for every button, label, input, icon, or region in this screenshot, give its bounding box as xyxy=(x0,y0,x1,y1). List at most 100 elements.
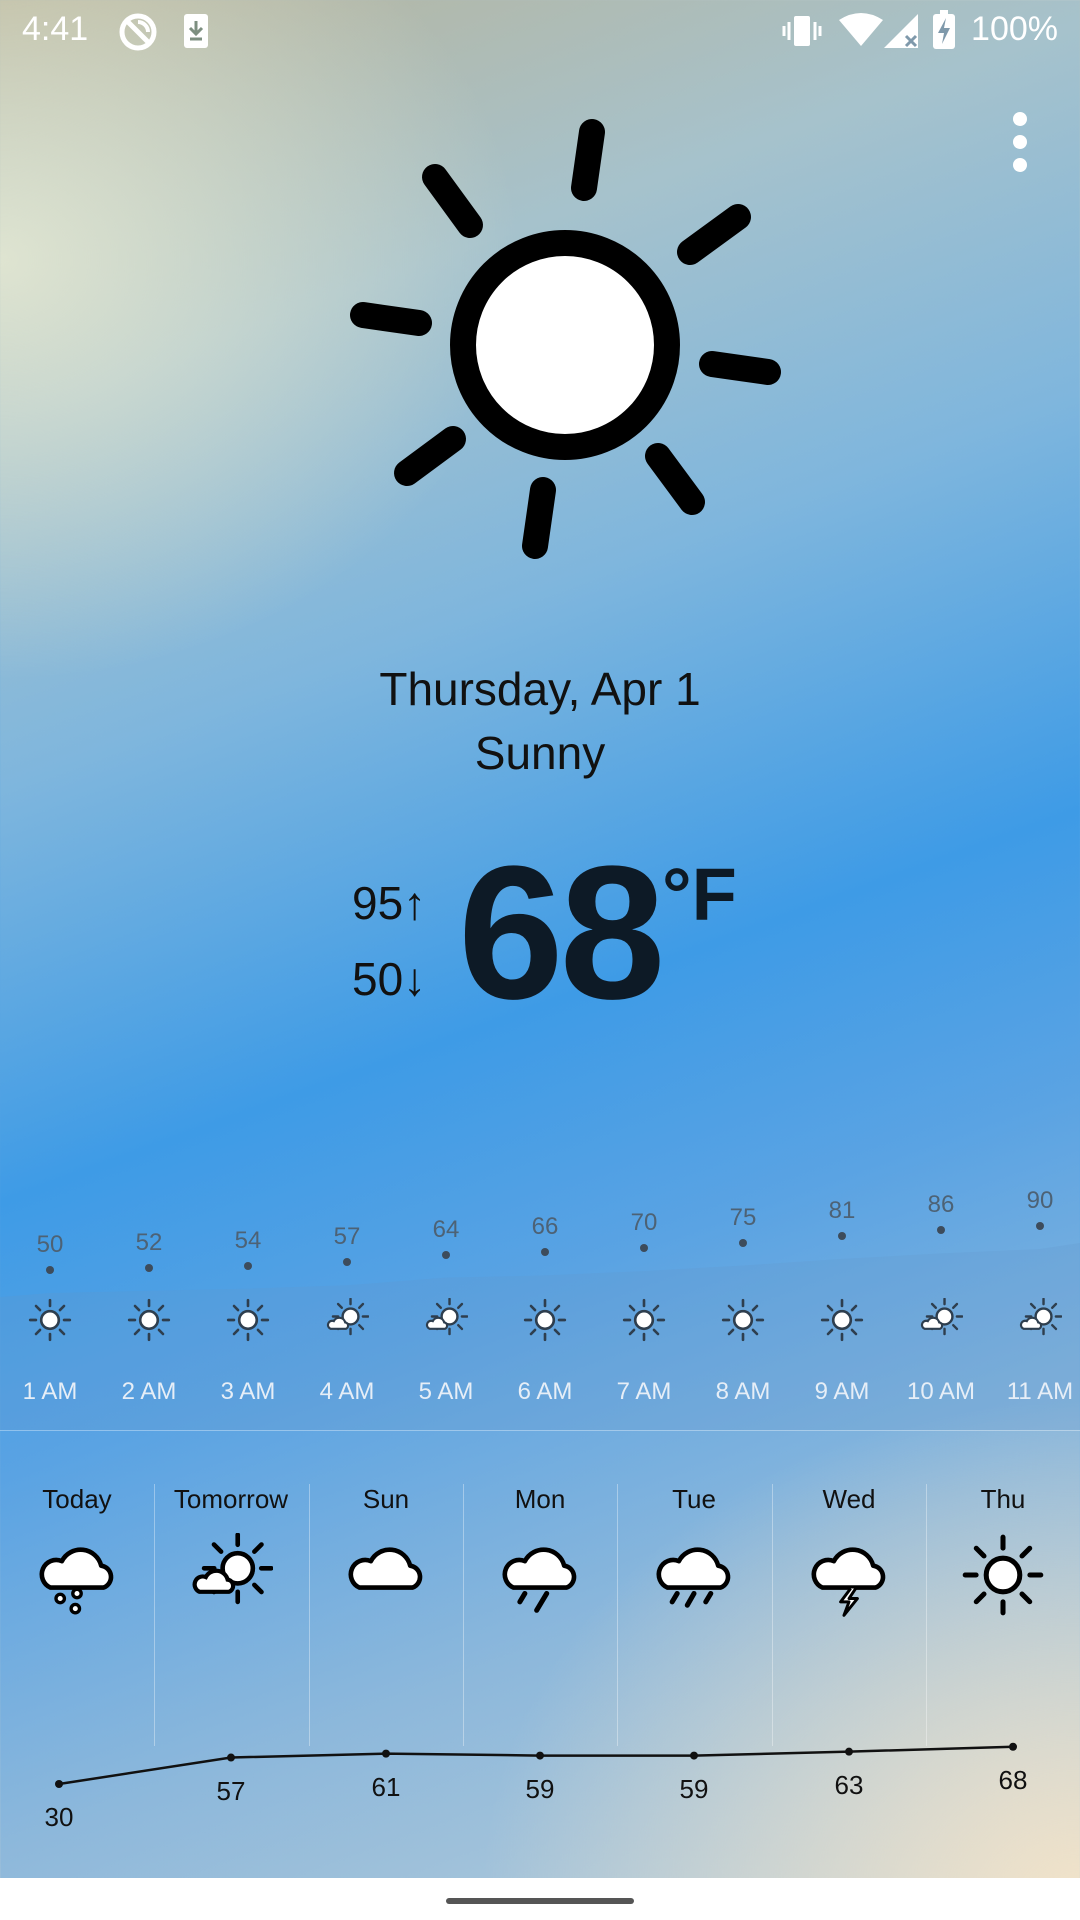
sun-icon xyxy=(961,1533,1045,1617)
hourly-temp-dot xyxy=(739,1238,747,1247)
hourly-temp: 57 xyxy=(333,1223,361,1251)
more-vert-icon xyxy=(1013,112,1027,126)
sun-icon xyxy=(721,1298,765,1347)
hourly-temp-dot xyxy=(442,1250,450,1259)
battery-charging-icon xyxy=(933,10,955,49)
daily-temp-dot xyxy=(382,1749,390,1758)
hourly-temp: 81 xyxy=(828,1196,856,1224)
hourly-temp: 90 xyxy=(1026,1187,1054,1214)
sun-icon xyxy=(127,1298,171,1347)
hourly-item: 54 xyxy=(198,1227,298,1271)
hourly-item: 90 xyxy=(990,1187,1080,1231)
hourly-item: 81 xyxy=(792,1197,892,1241)
daily-temp: 59 xyxy=(679,1773,709,1804)
hourly-time: 2 AM xyxy=(121,1378,177,1405)
hourly-forecast[interactable]: 50 1 AM 52 2 AM 54 3 AM 57 4 AM 64 5 AM 66 6 … xyxy=(0,1160,1080,1430)
daily-temp: 59 xyxy=(525,1773,555,1804)
hourly-time: 6 AM xyxy=(517,1378,573,1405)
current-temperature: 68 xyxy=(458,827,665,1039)
sun-icon xyxy=(523,1298,567,1347)
thunderstorm-icon xyxy=(807,1533,891,1617)
daily-temp-dot xyxy=(845,1747,853,1756)
status-time: 4:41 xyxy=(22,10,89,48)
hourly-temp-dot xyxy=(145,1263,153,1272)
day-label: Tue xyxy=(672,1484,716,1514)
home-indicator[interactable] xyxy=(446,1898,634,1904)
hourly-temp: 70 xyxy=(630,1209,658,1236)
hourly-time: 7 AM xyxy=(616,1378,672,1405)
hourly-item: 57 xyxy=(297,1223,397,1267)
partly-cloudy-icon xyxy=(919,1297,964,1347)
temp-low: 50↓ xyxy=(352,952,426,1006)
vibrate-icon xyxy=(782,16,822,46)
daily-temp-dot xyxy=(536,1751,544,1760)
hourly-time: 8 AM xyxy=(715,1378,771,1405)
daily-temp-dot xyxy=(227,1753,235,1762)
hourly-time: 1 AM xyxy=(22,1378,78,1405)
battery-percentage: 100% xyxy=(971,10,1058,48)
hourly-daily-divider xyxy=(0,1430,1080,1431)
partly-cloudy-icon xyxy=(189,1532,274,1617)
hourly-item: 66 xyxy=(495,1213,595,1257)
sun-icon xyxy=(820,1298,864,1347)
hourly-temp-dot xyxy=(541,1248,549,1257)
daily-temp-dot xyxy=(55,1780,63,1788)
sun-icon xyxy=(350,119,781,559)
hourly-time: 11 AM xyxy=(1006,1378,1074,1405)
hourly-time: 10 AM xyxy=(906,1378,976,1405)
hourly-temp: 64 xyxy=(432,1215,460,1243)
day-label: Tomorrow xyxy=(173,1484,289,1514)
hourly-item: 64 xyxy=(396,1216,496,1260)
more-options-button[interactable] xyxy=(1008,112,1032,174)
hourly-temp-dot xyxy=(46,1266,54,1274)
snow-icon xyxy=(35,1533,119,1617)
day-label: Wed xyxy=(822,1484,876,1514)
do-not-disturb-icon xyxy=(119,13,157,51)
hourly-time: 4 AM xyxy=(319,1378,375,1405)
hourly-temp: 86 xyxy=(927,1191,955,1219)
hourly-time: 5 AM xyxy=(418,1378,474,1405)
hourly-temp: 75 xyxy=(729,1203,757,1231)
current-date: Thursday, Apr 1 xyxy=(379,663,701,715)
download-icon xyxy=(184,14,208,48)
hourly-item: 70 xyxy=(594,1209,694,1253)
sun-icon xyxy=(622,1298,666,1347)
day-label: Sun xyxy=(362,1484,410,1514)
hourly-item: 52 xyxy=(99,1229,199,1273)
hourly-item: 75 xyxy=(693,1204,793,1248)
daily-temp-dot xyxy=(1009,1742,1017,1751)
sun-icon xyxy=(226,1298,270,1347)
signal-icon xyxy=(884,14,918,48)
temp-high: 95↑ xyxy=(352,876,426,930)
low-value: 50 xyxy=(352,953,404,1005)
hourly-time: 9 AM xyxy=(814,1378,870,1405)
hourly-temp-dot xyxy=(838,1231,846,1240)
daily-temp: 30 xyxy=(44,1802,74,1832)
hourly-temp: 54 xyxy=(234,1226,262,1254)
rain-icon xyxy=(498,1533,582,1617)
heavy-rain-icon xyxy=(652,1533,736,1617)
hourly-temp-dot xyxy=(937,1226,945,1235)
daily-temp: 57 xyxy=(216,1775,246,1806)
current-condition: Sunny xyxy=(474,727,606,779)
partly-cloudy-icon xyxy=(1018,1297,1063,1347)
hourly-temp-dot xyxy=(244,1261,252,1270)
temperature-unit: °F xyxy=(662,853,737,936)
daily-temp: 63 xyxy=(834,1769,864,1800)
hourly-temp-dot xyxy=(343,1258,351,1267)
cloud-icon xyxy=(344,1533,428,1617)
sun-icon xyxy=(28,1298,72,1347)
hourly-temp-dot xyxy=(640,1244,648,1252)
arrow-down-icon: ↓ xyxy=(403,953,427,1005)
arrow-up-icon: ↑ xyxy=(403,877,427,929)
hourly-item: 50 xyxy=(0,1231,100,1275)
hourly-item: 86 xyxy=(891,1191,991,1235)
hourly-temp: 66 xyxy=(531,1213,559,1241)
daily-temp: 61 xyxy=(371,1771,401,1802)
day-label: Thu xyxy=(980,1484,1026,1514)
day-label: Mon xyxy=(514,1484,566,1514)
hourly-time: 3 AM xyxy=(220,1378,276,1405)
daily-temp-dot xyxy=(690,1751,698,1760)
wifi-icon xyxy=(839,13,883,46)
hourly-temp: 52 xyxy=(135,1228,163,1256)
